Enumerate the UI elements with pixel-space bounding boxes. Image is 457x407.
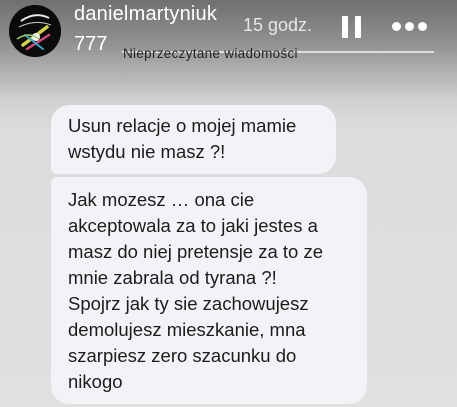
more-dot <box>392 22 401 31</box>
message-bubble: Jak mozesz … ona cie akceptowala za to j… <box>51 177 367 404</box>
more-dot <box>405 22 414 31</box>
pause-bar-right <box>355 16 361 38</box>
message-bubble: Usun relacje o mojej mamie wstydu nie ma… <box>51 105 336 174</box>
story-time: 15 godz. <box>243 15 313 35</box>
more-icon[interactable] <box>392 22 428 32</box>
username[interactable]: danielmartyniuk <box>74 3 217 26</box>
avatar[interactable] <box>9 5 61 57</box>
pause-icon[interactable] <box>342 16 362 38</box>
avatar-artwork <box>9 5 61 57</box>
song-label[interactable]: Nieprzeczytane wiadomości <box>123 46 298 61</box>
more-dot <box>418 22 427 31</box>
pause-bar-left <box>342 16 348 38</box>
story-subtitle: 777 <box>74 33 108 55</box>
